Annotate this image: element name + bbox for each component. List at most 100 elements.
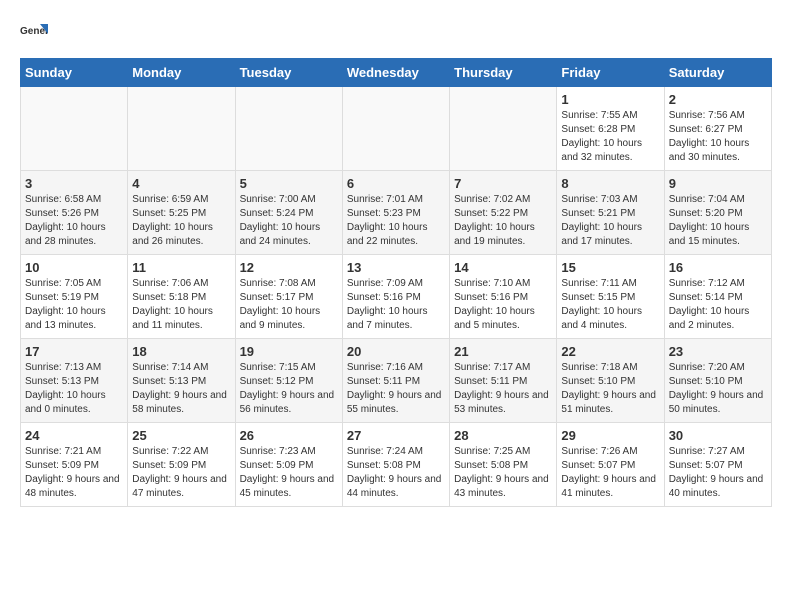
logo: General — [20, 20, 52, 48]
calendar-cell: 12 Sunrise: 7:08 AM Sunset: 5:17 PM Dayli… — [235, 255, 342, 339]
day-info: Sunrise: 7:27 AM Sunset: 5:07 PM Dayligh… — [669, 445, 767, 501]
day-number: 25 — [132, 428, 230, 443]
day-number: 10 — [25, 260, 123, 275]
day-info: Sunrise: 7:24 AM Sunset: 5:08 PM Dayligh… — [347, 445, 445, 501]
logo-icon: General — [20, 20, 48, 48]
week-row-3: 10 Sunrise: 7:05 AM Sunset: 5:19 PM Dayli… — [21, 255, 772, 339]
day-number: 9 — [669, 176, 767, 191]
day-number: 24 — [25, 428, 123, 443]
day-info: Sunrise: 6:58 AM Sunset: 5:26 PM Dayligh… — [25, 193, 123, 249]
day-info: Sunrise: 7:18 AM Sunset: 5:10 PM Dayligh… — [561, 361, 659, 417]
day-number: 29 — [561, 428, 659, 443]
day-info: Sunrise: 7:15 AM Sunset: 5:12 PM Dayligh… — [240, 361, 338, 417]
page-header: General — [20, 20, 772, 48]
calendar-cell: 14 Sunrise: 7:10 AM Sunset: 5:16 PM Dayli… — [450, 255, 557, 339]
day-number: 5 — [240, 176, 338, 191]
calendar-cell: 21 Sunrise: 7:17 AM Sunset: 5:11 PM Dayli… — [450, 339, 557, 423]
day-info: Sunrise: 7:08 AM Sunset: 5:17 PM Dayligh… — [240, 277, 338, 333]
day-number: 28 — [454, 428, 552, 443]
weekday-header-friday: Friday — [557, 59, 664, 87]
day-number: 18 — [132, 344, 230, 359]
day-info: Sunrise: 7:16 AM Sunset: 5:11 PM Dayligh… — [347, 361, 445, 417]
day-number: 30 — [669, 428, 767, 443]
day-number: 17 — [25, 344, 123, 359]
day-number: 1 — [561, 92, 659, 107]
day-number: 20 — [347, 344, 445, 359]
day-info: Sunrise: 7:26 AM Sunset: 5:07 PM Dayligh… — [561, 445, 659, 501]
calendar-cell: 11 Sunrise: 7:06 AM Sunset: 5:18 PM Dayli… — [128, 255, 235, 339]
day-info: Sunrise: 7:00 AM Sunset: 5:24 PM Dayligh… — [240, 193, 338, 249]
day-info: Sunrise: 7:21 AM Sunset: 5:09 PM Dayligh… — [25, 445, 123, 501]
calendar-cell: 10 Sunrise: 7:05 AM Sunset: 5:19 PM Dayli… — [21, 255, 128, 339]
weekday-header-sunday: Sunday — [21, 59, 128, 87]
calendar-cell: 20 Sunrise: 7:16 AM Sunset: 5:11 PM Dayli… — [342, 339, 449, 423]
calendar-cell: 18 Sunrise: 7:14 AM Sunset: 5:13 PM Dayli… — [128, 339, 235, 423]
calendar-cell: 26 Sunrise: 7:23 AM Sunset: 5:09 PM Dayli… — [235, 423, 342, 507]
calendar-cell: 22 Sunrise: 7:18 AM Sunset: 5:10 PM Dayli… — [557, 339, 664, 423]
day-info: Sunrise: 7:17 AM Sunset: 5:11 PM Dayligh… — [454, 361, 552, 417]
calendar-cell: 25Sunrise: 7:22 AM Sunset: 5:09 PM Dayli… — [128, 423, 235, 507]
calendar-cell: 16 Sunrise: 7:12 AM Sunset: 5:14 PM Dayli… — [664, 255, 771, 339]
day-number: 11 — [132, 260, 230, 275]
day-number: 15 — [561, 260, 659, 275]
calendar-cell — [450, 87, 557, 171]
calendar-cell: 24 Sunrise: 7:21 AM Sunset: 5:09 PM Dayli… — [21, 423, 128, 507]
day-info: Sunrise: 7:25 AM Sunset: 5:08 PM Dayligh… — [454, 445, 552, 501]
day-number: 12 — [240, 260, 338, 275]
calendar-cell: 8 Sunrise: 7:03 AM Sunset: 5:21 PM Daylig… — [557, 171, 664, 255]
day-info: Sunrise: 7:09 AM Sunset: 5:16 PM Dayligh… — [347, 277, 445, 333]
calendar-cell: 9 Sunrise: 7:04 AM Sunset: 5:20 PM Daylig… — [664, 171, 771, 255]
day-info: Sunrise: 7:03 AM Sunset: 5:21 PM Dayligh… — [561, 193, 659, 249]
day-number: 16 — [669, 260, 767, 275]
day-info: Sunrise: 7:13 AM Sunset: 5:13 PM Dayligh… — [25, 361, 123, 417]
day-number: 26 — [240, 428, 338, 443]
day-info: Sunrise: 7:02 AM Sunset: 5:22 PM Dayligh… — [454, 193, 552, 249]
calendar-cell: 19 Sunrise: 7:15 AM Sunset: 5:12 PM Dayli… — [235, 339, 342, 423]
calendar-cell: 7Sunrise: 7:02 AM Sunset: 5:22 PM Daylig… — [450, 171, 557, 255]
day-number: 23 — [669, 344, 767, 359]
calendar-cell: 3 Sunrise: 6:58 AM Sunset: 5:26 PM Daylig… — [21, 171, 128, 255]
day-number: 8 — [561, 176, 659, 191]
calendar-cell — [128, 87, 235, 171]
weekday-header-thursday: Thursday — [450, 59, 557, 87]
day-info: Sunrise: 7:20 AM Sunset: 5:10 PM Dayligh… — [669, 361, 767, 417]
weekday-header-tuesday: Tuesday — [235, 59, 342, 87]
weekday-header-saturday: Saturday — [664, 59, 771, 87]
day-info: Sunrise: 7:06 AM Sunset: 5:18 PM Dayligh… — [132, 277, 230, 333]
calendar-cell: 2 Sunrise: 7:56 AM Sunset: 6:27 PM Daylig… — [664, 87, 771, 171]
day-info: Sunrise: 7:12 AM Sunset: 5:14 PM Dayligh… — [669, 277, 767, 333]
day-info: Sunrise: 7:14 AM Sunset: 5:13 PM Dayligh… — [132, 361, 230, 417]
day-info: Sunrise: 7:04 AM Sunset: 5:20 PM Dayligh… — [669, 193, 767, 249]
weekday-header-row: SundayMondayTuesdayWednesdayThursdayFrid… — [21, 59, 772, 87]
week-row-1: 1Sunrise: 7:55 AM Sunset: 6:28 PM Daylig… — [21, 87, 772, 171]
day-info: Sunrise: 7:11 AM Sunset: 5:15 PM Dayligh… — [561, 277, 659, 333]
day-number: 14 — [454, 260, 552, 275]
weekday-header-wednesday: Wednesday — [342, 59, 449, 87]
calendar-cell: 1Sunrise: 7:55 AM Sunset: 6:28 PM Daylig… — [557, 87, 664, 171]
calendar-cell: 30 Sunrise: 7:27 AM Sunset: 5:07 PM Dayli… — [664, 423, 771, 507]
calendar-cell — [235, 87, 342, 171]
day-info: Sunrise: 7:23 AM Sunset: 5:09 PM Dayligh… — [240, 445, 338, 501]
day-number: 21 — [454, 344, 552, 359]
day-info: Sunrise: 7:05 AM Sunset: 5:19 PM Dayligh… — [25, 277, 123, 333]
calendar-cell: 28 Sunrise: 7:25 AM Sunset: 5:08 PM Dayli… — [450, 423, 557, 507]
calendar-cell: 29 Sunrise: 7:26 AM Sunset: 5:07 PM Dayli… — [557, 423, 664, 507]
day-info: Sunrise: 7:56 AM Sunset: 6:27 PM Dayligh… — [669, 109, 767, 165]
week-row-5: 24 Sunrise: 7:21 AM Sunset: 5:09 PM Dayli… — [21, 423, 772, 507]
calendar-cell — [21, 87, 128, 171]
day-number: 2 — [669, 92, 767, 107]
day-info: Sunrise: 7:01 AM Sunset: 5:23 PM Dayligh… — [347, 193, 445, 249]
week-row-4: 17 Sunrise: 7:13 AM Sunset: 5:13 PM Dayli… — [21, 339, 772, 423]
calendar-cell: 23 Sunrise: 7:20 AM Sunset: 5:10 PM Dayli… — [664, 339, 771, 423]
calendar-cell: 4Sunrise: 6:59 AM Sunset: 5:25 PM Daylig… — [128, 171, 235, 255]
calendar-cell: 15 Sunrise: 7:11 AM Sunset: 5:15 PM Dayli… — [557, 255, 664, 339]
day-number: 6 — [347, 176, 445, 191]
day-number: 13 — [347, 260, 445, 275]
day-info: Sunrise: 7:10 AM Sunset: 5:16 PM Dayligh… — [454, 277, 552, 333]
weekday-header-monday: Monday — [128, 59, 235, 87]
day-number: 19 — [240, 344, 338, 359]
day-number: 4 — [132, 176, 230, 191]
calendar-table: SundayMondayTuesdayWednesdayThursdayFrid… — [20, 58, 772, 507]
day-number: 22 — [561, 344, 659, 359]
day-number: 3 — [25, 176, 123, 191]
